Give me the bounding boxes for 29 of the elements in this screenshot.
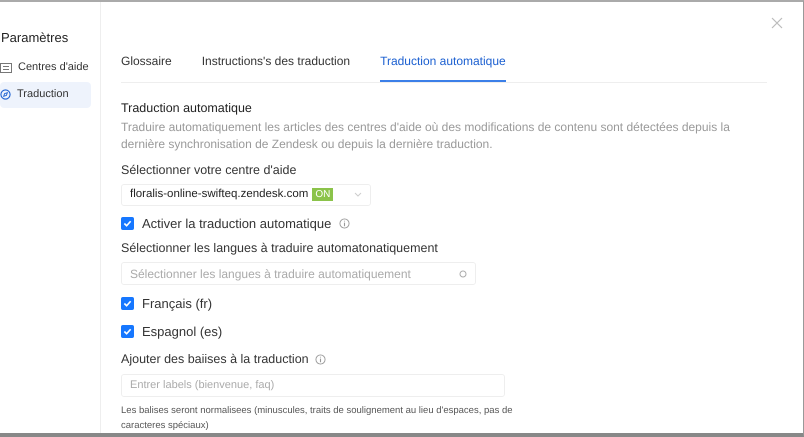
- tab[interactable]: Instructions's des traduction: [202, 52, 350, 82]
- field-label: Ajouter des baiises à la traduction: [121, 351, 309, 368]
- checkbox[interactable]: [121, 324, 134, 338]
- tab[interactable]: Traduction automatique: [380, 52, 506, 82]
- section-description: Traduire automatiquement les articles des centres d'aide où des modifications de contenu sont détectées depuis la dernière synchronisation de Zendesk ou depuis la dernière traduction.: [121, 118, 731, 153]
- field-label: Sélectionner les langues à traduire automatonatiquement: [121, 240, 439, 258]
- help-text: Les balises seront normalisees (minuscules, traits de soulignement au lieu d'espaces, pas de caracteres spéciaux): [121, 404, 514, 433]
- sidebar-item[interactable]: Traduction: [0, 82, 91, 108]
- sidebar-item[interactable]: Centres d'aide: [0, 54, 91, 80]
- status-badge: ON: [312, 188, 334, 202]
- close-icon: [771, 17, 783, 29]
- spinner-icon: [459, 270, 467, 278]
- section-title: Traduction automatique: [121, 100, 253, 117]
- checkbox-label: Français (fr): [142, 295, 212, 314]
- checkbox-label: Espagnol (es): [142, 322, 222, 341]
- languages-select[interactable]: Sélectionner les langues à traduire automatiquement: [121, 262, 476, 286]
- tab[interactable]: Glossaire: [121, 52, 172, 82]
- checkbox[interactable]: [121, 297, 134, 310]
- compass-icon: [0, 89, 11, 100]
- checkbox-label: Activer la traduction automatique: [142, 214, 332, 233]
- info-icon: [339, 218, 350, 229]
- tags-input[interactable]: Entrer labels (bienvenue, faq): [121, 374, 505, 397]
- help-center-select[interactable]: floralis-online-swifteq.zendesk.com ON: [121, 184, 371, 206]
- info-icon: [314, 354, 326, 365]
- field-label: Sélectionner votre centre d'aide: [121, 162, 298, 179]
- checkbox[interactable]: [121, 216, 134, 230]
- chevron-down-icon: [354, 192, 362, 198]
- sidebar-title: Paramètres: [1, 29, 70, 47]
- list-icon: [0, 62, 12, 72]
